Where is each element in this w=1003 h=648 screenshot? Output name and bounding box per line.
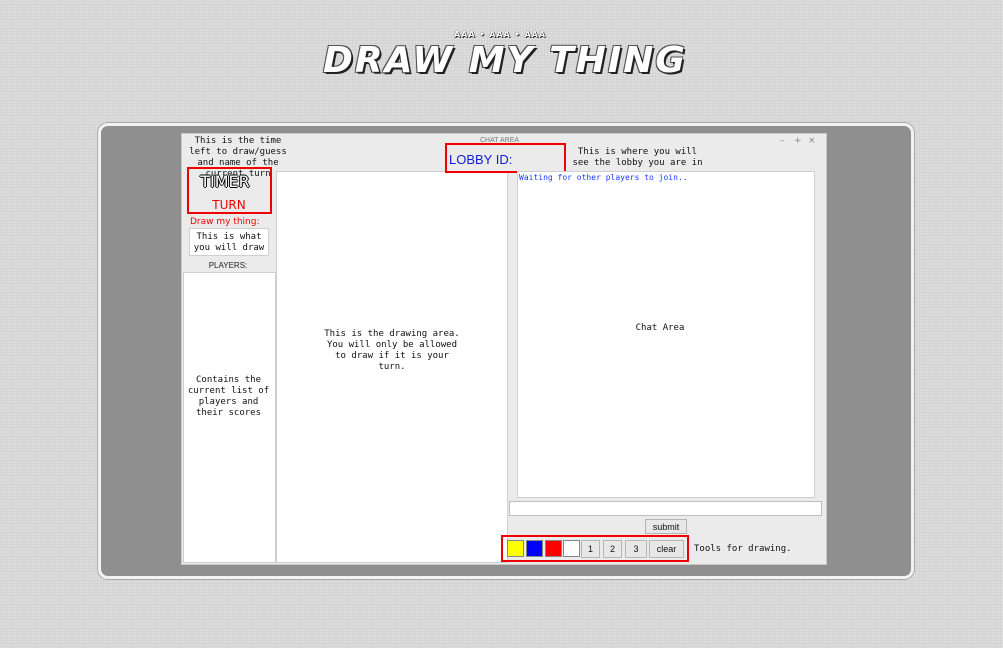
turn-display: TURN: [212, 198, 246, 212]
submit-button[interactable]: submit: [645, 519, 687, 534]
word-note: This is what you will draw: [193, 232, 265, 253]
size-2-button[interactable]: 2: [603, 540, 622, 558]
color-yellow-swatch[interactable]: [507, 540, 524, 557]
color-red-swatch[interactable]: [545, 540, 562, 557]
players-label: PLAYERS:: [208, 261, 248, 270]
chat-note: Chat Area: [635, 323, 685, 333]
maximize-icon[interactable]: +: [794, 136, 802, 146]
draw-my-thing-label: Draw my thing:: [190, 217, 260, 227]
lobby-note: This is where you will see the lobby you…: [572, 147, 703, 168]
size-1-button[interactable]: 1: [581, 540, 600, 558]
size-3-button[interactable]: 3: [625, 540, 647, 558]
lobby-id-label: LOBBY ID:: [449, 152, 513, 167]
chat-status-message: Waiting for other players to join..: [519, 173, 688, 182]
chat-log[interactable]: [517, 171, 815, 498]
chat-input[interactable]: [509, 501, 822, 516]
canvas-note: This is the drawing area. You will only …: [324, 329, 460, 372]
color-blue-swatch[interactable]: [526, 540, 543, 557]
color-white-swatch[interactable]: [563, 540, 580, 557]
tools-note: Tools for drawing.: [694, 544, 792, 554]
timer-display: TIMER: [200, 172, 250, 191]
app-subtitle: AAA • AAA • AAA: [453, 30, 547, 39]
clear-button[interactable]: clear: [649, 540, 684, 558]
word-panel: This is what you will draw: [189, 228, 269, 256]
close-icon[interactable]: ×: [808, 136, 816, 146]
minimize-icon[interactable]: –: [780, 136, 785, 146]
players-note: Contains the current list of players and…: [187, 375, 270, 418]
app-logo: DRAW MY THING: [323, 40, 687, 81]
